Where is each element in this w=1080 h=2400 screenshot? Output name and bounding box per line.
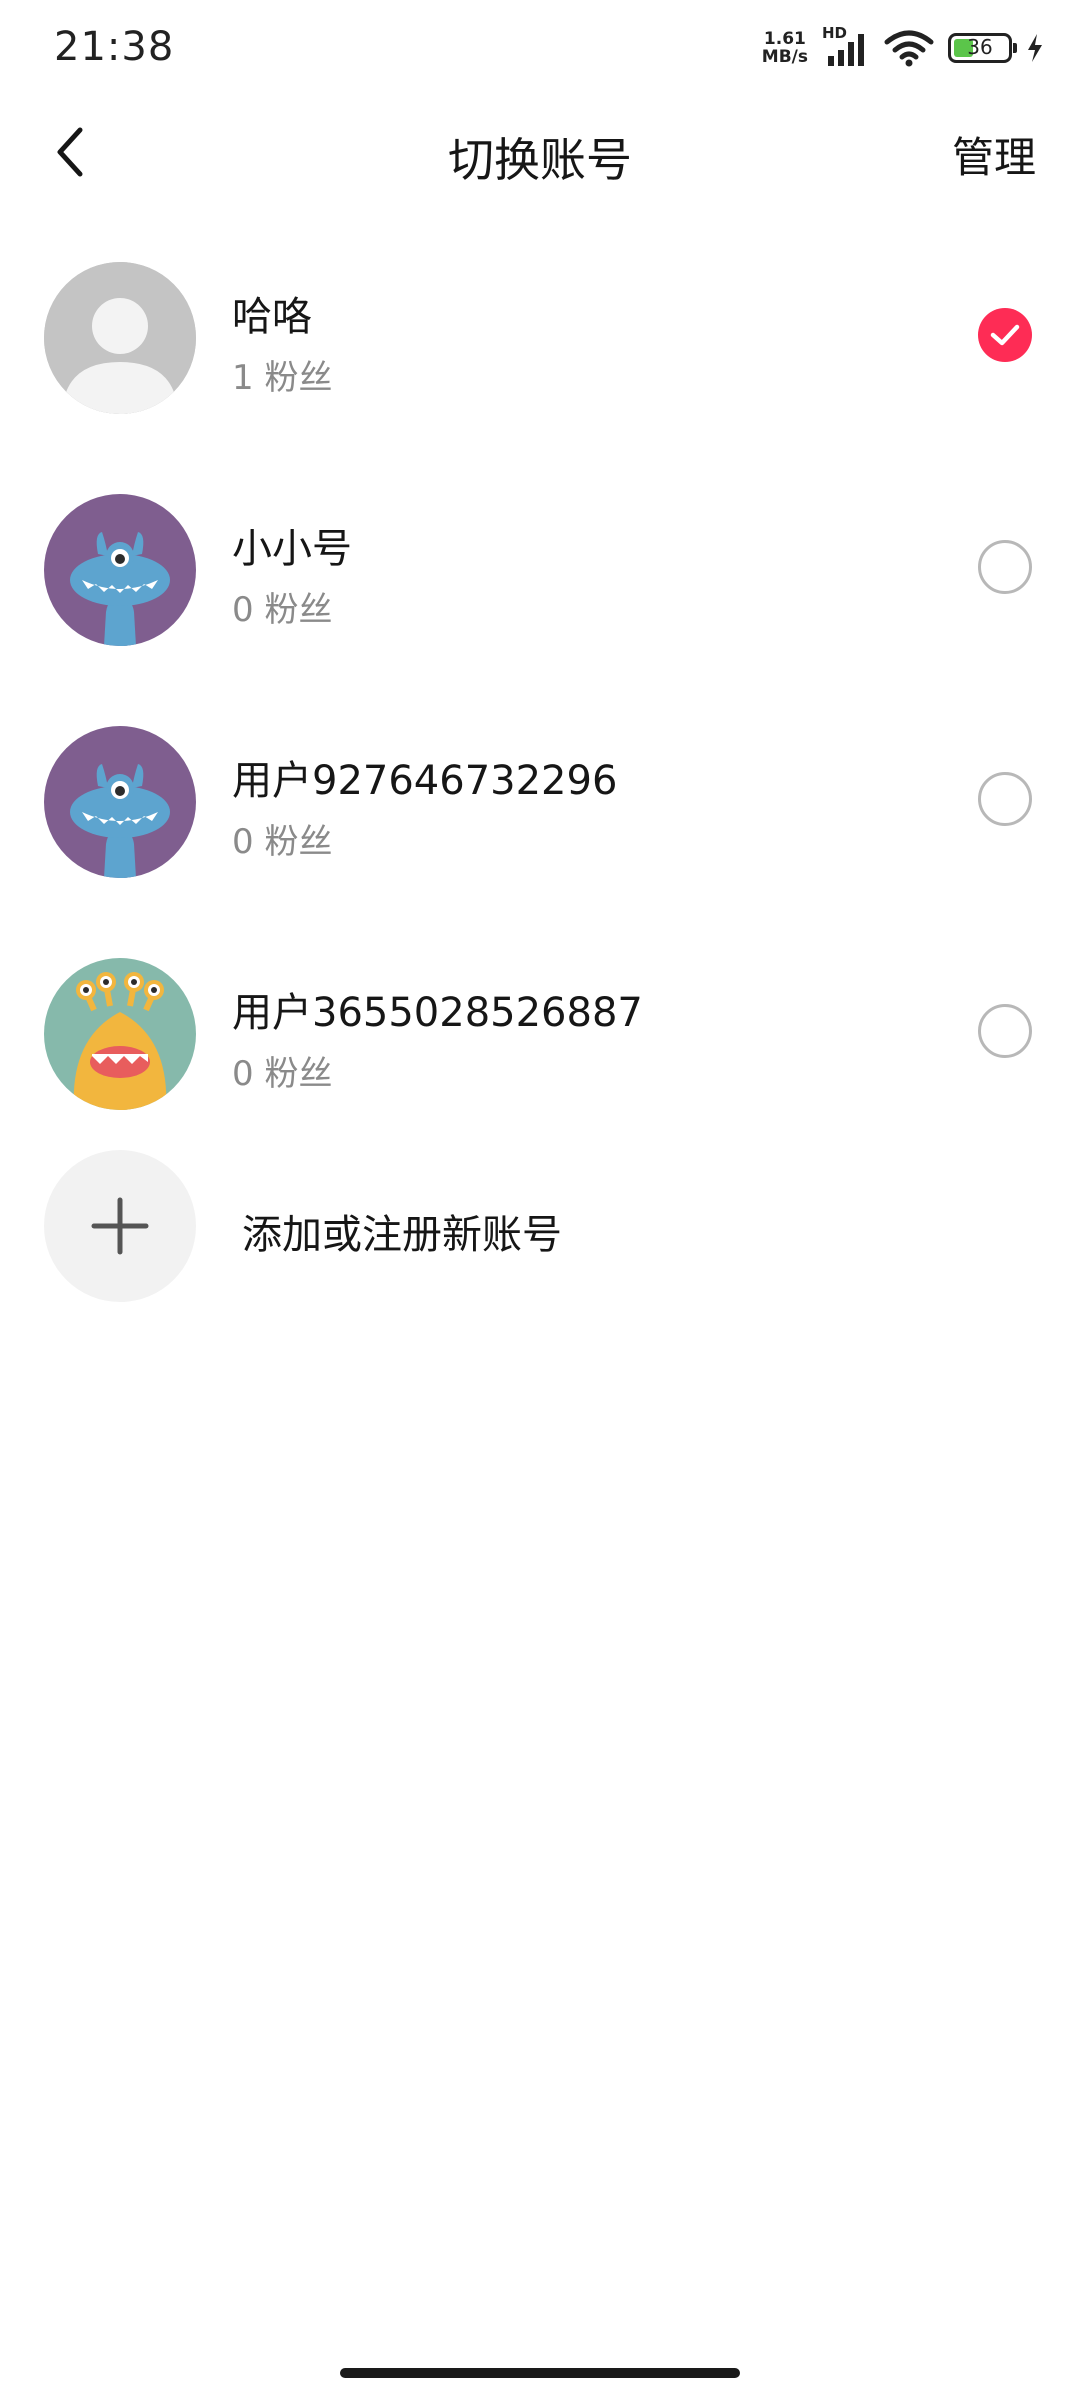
status-bar: 21:38 1.61 MB/s HD 36 (0, 0, 1080, 96)
status-time: 21:38 (54, 24, 175, 70)
charging-icon (1026, 33, 1044, 63)
home-indicator[interactable] (340, 2368, 740, 2378)
account-radio-selected[interactable] (978, 308, 1032, 362)
battery-level: 36 (967, 35, 993, 59)
account-row[interactable]: 小小号 0 粉丝 (0, 464, 1080, 696)
yellow-monster-avatar (44, 958, 196, 1110)
add-account-row[interactable]: 添加或注册新账号 (0, 1150, 1080, 1310)
network-speed-unit: MB/s (761, 47, 808, 67)
add-account-label: 添加或注册新账号 (242, 1212, 562, 1258)
network-speed: 1.61 MB/s (762, 30, 808, 66)
blue-monster-avatar (44, 494, 196, 646)
checkmark-icon (990, 324, 1020, 346)
account-radio[interactable] (978, 1004, 1032, 1058)
account-fans: 0 粉丝 (232, 1054, 333, 1094)
manage-button[interactable]: 管理 (952, 124, 1036, 185)
account-fans: 1 粉丝 (232, 358, 333, 398)
blue-monster-avatar (44, 726, 196, 878)
battery-tip (1013, 43, 1017, 53)
account-row[interactable]: 用户927646732296 0 粉丝 (0, 696, 1080, 928)
title-bar: 切换账号 管理 (0, 96, 1080, 208)
status-icons: 1.61 MB/s HD 36 (762, 24, 1044, 70)
page-title: 切换账号 (448, 133, 632, 187)
account-fans: 0 粉丝 (232, 590, 333, 630)
network-speed-value: 1.61 (763, 29, 806, 49)
account-radio[interactable] (978, 772, 1032, 826)
default-person-avatar (44, 262, 196, 414)
switch-account-screen: 21:38 1.61 MB/s HD 36 切换账号 管理 哈咯 1 粉丝 小小… (0, 0, 1080, 2400)
account-list: 哈咯 1 粉丝 小小号 0 粉丝 用户927646732296 0 粉丝 用户3… (0, 232, 1080, 1160)
battery-icon: 36 (948, 33, 1017, 63)
account-name: 小小号 (232, 526, 352, 572)
add-account-button[interactable] (44, 1150, 196, 1302)
plus-icon (91, 1197, 149, 1255)
account-radio[interactable] (978, 540, 1032, 594)
account-row[interactable]: 哈咯 1 粉丝 (0, 232, 1080, 464)
wifi-icon (884, 28, 934, 68)
account-fans: 0 粉丝 (232, 822, 333, 862)
account-name: 用户927646732296 (232, 758, 618, 804)
account-name: 用户3655028526887 (232, 990, 643, 1036)
account-row[interactable]: 用户3655028526887 0 粉丝 (0, 928, 1080, 1160)
signal-icon: HD (822, 24, 870, 68)
account-name: 哈咯 (232, 294, 312, 340)
